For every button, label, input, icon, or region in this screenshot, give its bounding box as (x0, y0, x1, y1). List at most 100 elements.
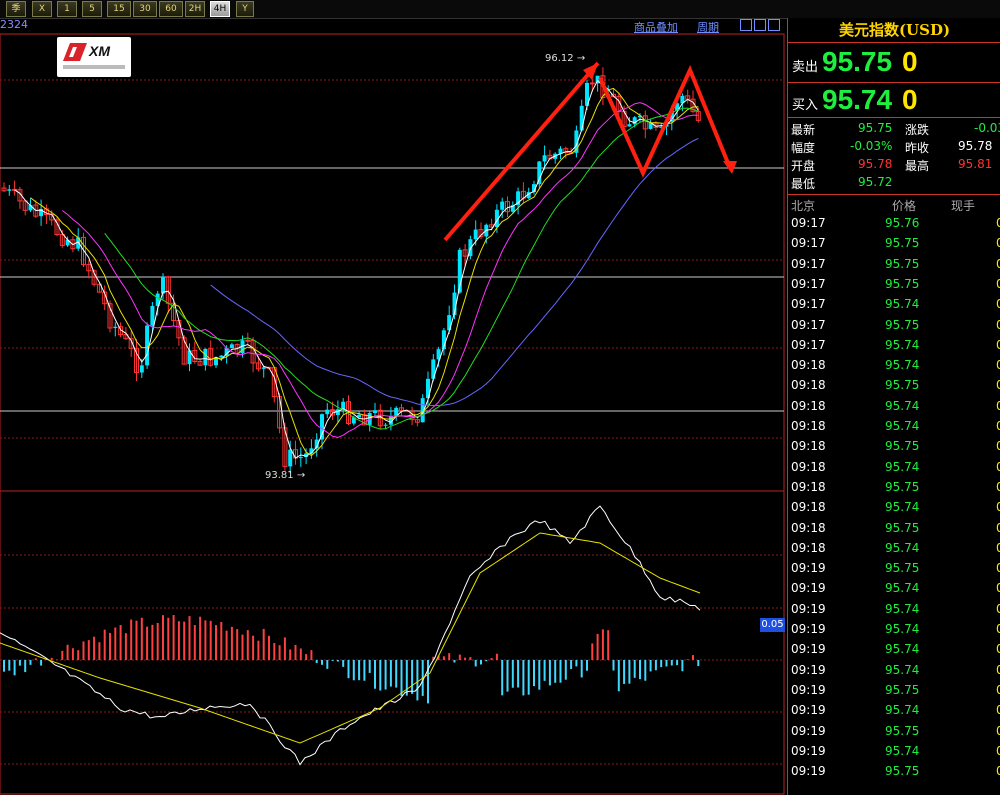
tick-row: 09:19 95.75 0 (788, 764, 1000, 784)
tick-time: 09:17 (791, 337, 826, 352)
tick-row: 09:18 95.75 0 (788, 439, 1000, 459)
period-button[interactable]: 60 (159, 1, 183, 17)
tick-header-price: 价格 (892, 199, 917, 213)
tick-time: 09:17 (791, 236, 826, 251)
tick-price: 95.74 (885, 358, 920, 373)
instrument-title: 美元指数(USD) (788, 18, 1000, 43)
sell-price: 95.75 (822, 46, 893, 77)
tick-time: 09:18 (791, 398, 826, 413)
tick-price: 95.74 (885, 622, 920, 636)
period-button[interactable]: X (32, 1, 52, 17)
tick-time: 09:19 (791, 601, 826, 616)
tick-time: 09:18 (791, 439, 826, 454)
tick-row: 09:17 95.75 0 (788, 236, 1000, 256)
tick-row: 09:18 95.74 0 (788, 541, 1000, 561)
tick-price: 95.75 (885, 317, 920, 332)
tick-price: 95.74 (885, 500, 920, 515)
period-button[interactable]: 5 (82, 1, 102, 17)
tick-time: 09:18 (791, 479, 826, 494)
candle-body (325, 409, 330, 415)
overlay-link[interactable]: 商品叠加 (634, 19, 678, 35)
tick-price: 95.74 (885, 662, 920, 677)
period-button[interactable]: Y (236, 1, 254, 17)
candle-body (219, 355, 224, 358)
ma30-line (104, 107, 699, 430)
window-controls[interactable] (740, 19, 782, 31)
tick-volume: 0 (996, 500, 1000, 515)
candle-body (288, 449, 293, 467)
buy-label: 买入 (792, 98, 819, 113)
xm-logo-text: XM (89, 43, 110, 59)
tick-time: 09:19 (791, 743, 826, 758)
tick-row: 09:19 95.74 0 (788, 602, 1000, 622)
tick-row: 09:19 95.75 0 (788, 683, 1000, 703)
tick-price: 95.75 (885, 276, 920, 291)
period-button[interactable]: 30 (133, 1, 157, 17)
tick-volume: 0 (996, 378, 1000, 393)
tick-time: 09:19 (791, 764, 826, 779)
tick-volume: 0 (996, 764, 1000, 779)
tick-row: 09:17 95.74 0 (788, 338, 1000, 358)
change-label: 涨跌 (905, 123, 930, 137)
buy-quote[interactable]: 买入 95.74 0 (788, 82, 1000, 120)
tick-price: 95.74 (885, 581, 920, 596)
ma60-line (210, 137, 699, 406)
candle-body (589, 82, 595, 85)
ma10-line (30, 87, 699, 457)
candle-body (320, 414, 324, 440)
maximize-icon[interactable] (768, 19, 780, 31)
candle-body (245, 339, 251, 342)
tick-time: 09:17 (791, 256, 826, 271)
tick-volume: 0 (996, 297, 1000, 312)
tick-price: 95.74 (885, 398, 920, 413)
period-button[interactable]: 15 (107, 1, 131, 17)
period-toolbar: 季 X 1 5 15 30 60 2H 4H Y (0, 0, 1000, 19)
tick-volume: 0 (996, 236, 1000, 251)
sell-label: 卖出 (792, 60, 819, 75)
tick-volume: 0 (996, 216, 1000, 230)
tick-time: 09:17 (791, 216, 826, 230)
tick-price: 95.75 (885, 236, 920, 251)
m-pattern-path (598, 64, 732, 178)
period-link[interactable]: 周期 (697, 19, 719, 35)
period-button[interactable]: 季 (6, 1, 26, 17)
candle-body (229, 344, 234, 349)
tick-row: 09:19 95.75 0 (788, 724, 1000, 744)
tick-time: 09:19 (791, 723, 826, 738)
latest-label: 最新 (791, 123, 816, 137)
tick-time: 09:18 (791, 500, 826, 515)
chart-area[interactable] (0, 18, 785, 795)
period-button[interactable]: 1 (57, 1, 77, 17)
prev-close-value: 95.78 (958, 139, 993, 153)
tick-row: 09:18 95.75 0 (788, 378, 1000, 398)
tick-volume: 0 (996, 398, 1000, 413)
restore-icon[interactable] (740, 19, 752, 31)
latest-value: 95.75 (858, 121, 893, 135)
tick-price: 95.76 (885, 216, 920, 230)
tick-time: 09:19 (791, 561, 826, 576)
candlestick-chart[interactable] (0, 18, 785, 795)
tick-row: 09:19 95.74 0 (788, 581, 1000, 601)
tick-row: 09:17 95.75 0 (788, 257, 1000, 277)
tick-header-place: 北京 (791, 199, 816, 213)
tick-price: 95.74 (885, 601, 920, 616)
tick-time: 09:19 (791, 642, 826, 657)
period-button[interactable]: 4H (210, 1, 230, 17)
candle-body (203, 348, 208, 366)
tick-row: 09:18 95.74 0 (788, 500, 1000, 520)
tick-volume: 0 (996, 459, 1000, 474)
tick-price: 95.75 (885, 479, 920, 494)
sell-quote[interactable]: 卖出 95.75 0 (788, 44, 1000, 82)
tick-volume: 0 (996, 662, 1000, 677)
tick-volume: 0 (996, 581, 1000, 596)
tick-row: 09:17 95.75 0 (788, 277, 1000, 297)
period-button[interactable]: 2H (185, 1, 205, 17)
tick-row: 09:18 95.74 0 (788, 358, 1000, 378)
tick-volume: 0 (996, 479, 1000, 494)
tick-time: 09:18 (791, 419, 826, 433)
candle-body (500, 201, 505, 210)
split-icon[interactable] (754, 19, 766, 31)
candle-body (627, 124, 632, 127)
tick-time: 09:18 (791, 378, 826, 393)
candle-body (537, 161, 542, 185)
